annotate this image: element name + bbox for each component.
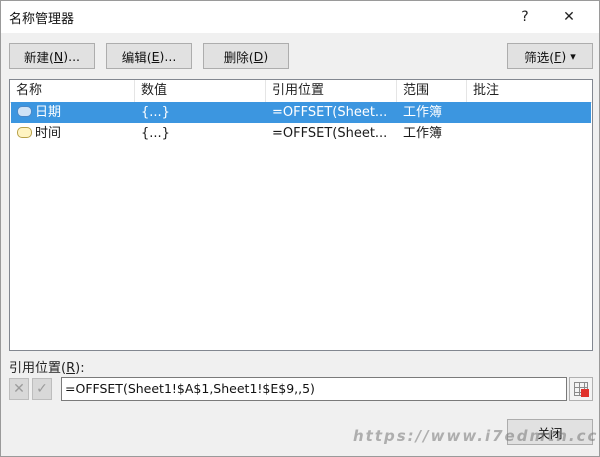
delete-button-suffix: ) (263, 48, 269, 64)
row-comment (467, 102, 591, 123)
row-scope: 工作簿 (403, 105, 443, 120)
filter-button-suffix: ) (561, 48, 567, 64)
range-select-marker (581, 389, 589, 397)
edit-button-suffix: )... (159, 48, 177, 64)
help-button[interactable]: ? (503, 1, 547, 33)
delete-button-label: 删除( (223, 49, 254, 65)
row-comment (467, 123, 591, 144)
confirm-edit-button[interactable]: ✓ (32, 378, 52, 400)
edit-button[interactable]: 编辑(E)... (106, 43, 192, 69)
name-range-icon (17, 127, 32, 138)
delete-button-key: D (253, 48, 264, 64)
refers-to-label-text: 引用位置( (9, 361, 67, 376)
row-name-cell: 日期 (11, 102, 135, 123)
delete-button[interactable]: 删除(D) (203, 43, 289, 69)
cancel-edit-button[interactable]: ✕ (9, 378, 29, 400)
refers-to-input[interactable]: =OFFSET(Sheet1!$A$1,Sheet1!$E$9,,5) (61, 377, 567, 401)
collapse-dialog-button[interactable] (569, 377, 593, 401)
row-name: 时间 (35, 126, 62, 141)
filter-button-key: F (554, 48, 562, 64)
dialog-title: 名称管理器 (9, 12, 75, 27)
column-header-scope[interactable]: 范围 (397, 80, 467, 102)
filter-button[interactable]: 筛选(F) ▾ (507, 43, 593, 69)
name-range-icon (17, 106, 32, 117)
close-window-button[interactable]: ✕ (547, 1, 591, 33)
filter-button-label: 筛选( (524, 49, 555, 65)
list-header: 名称 数值 引用位置 范围 批注 (10, 80, 592, 103)
edit-button-key: E (151, 48, 160, 64)
refers-to-label-suffix: ): (75, 361, 85, 376)
column-header-value[interactable]: 数值 (135, 80, 266, 102)
watermark-text: https://www.i7edmtn.cc (353, 427, 599, 445)
row-name-cell: 时间 (11, 123, 135, 144)
new-button-label: 新建( (23, 49, 54, 65)
column-header-comment[interactable]: 批注 (467, 80, 592, 102)
row-value: {...} (141, 126, 170, 141)
table-row[interactable]: 日期 {...} =OFFSET(Sheet... 工作簿 (11, 102, 591, 123)
refers-to-label: 引用位置(R): (9, 357, 85, 376)
close-icon: ✕ (563, 9, 575, 25)
new-button-suffix: )... (63, 48, 81, 64)
table-row[interactable]: 时间 {...} =OFFSET(Sheet... 工作簿 (11, 123, 591, 144)
chevron-down-icon: ▾ (570, 49, 576, 63)
refers-to-label-key: R (66, 361, 76, 376)
edit-button-label: 编辑( (121, 49, 152, 65)
row-ref: =OFFSET(Sheet... (272, 105, 388, 120)
column-header-name[interactable]: 名称 (10, 80, 135, 102)
row-value: {...} (141, 105, 170, 120)
name-manager-dialog: 名称管理器 ? ✕ 新建(N)... 编辑(E)... 删除(D) 筛选(F) … (0, 0, 600, 457)
row-name: 日期 (35, 105, 62, 120)
names-list[interactable]: 名称 数值 引用位置 范围 批注 日期 {...} =OFFSET(Sheet.… (9, 79, 593, 351)
title-bar: 名称管理器 ? ✕ (1, 1, 599, 33)
checkmark-icon: ✓ (36, 381, 48, 397)
cross-icon: ✕ (13, 381, 25, 397)
row-ref: =OFFSET(Sheet... (272, 126, 388, 141)
new-button[interactable]: 新建(N)... (9, 43, 95, 69)
row-scope: 工作簿 (403, 126, 443, 141)
column-header-ref[interactable]: 引用位置 (266, 80, 397, 102)
new-button-key: N (53, 48, 64, 64)
